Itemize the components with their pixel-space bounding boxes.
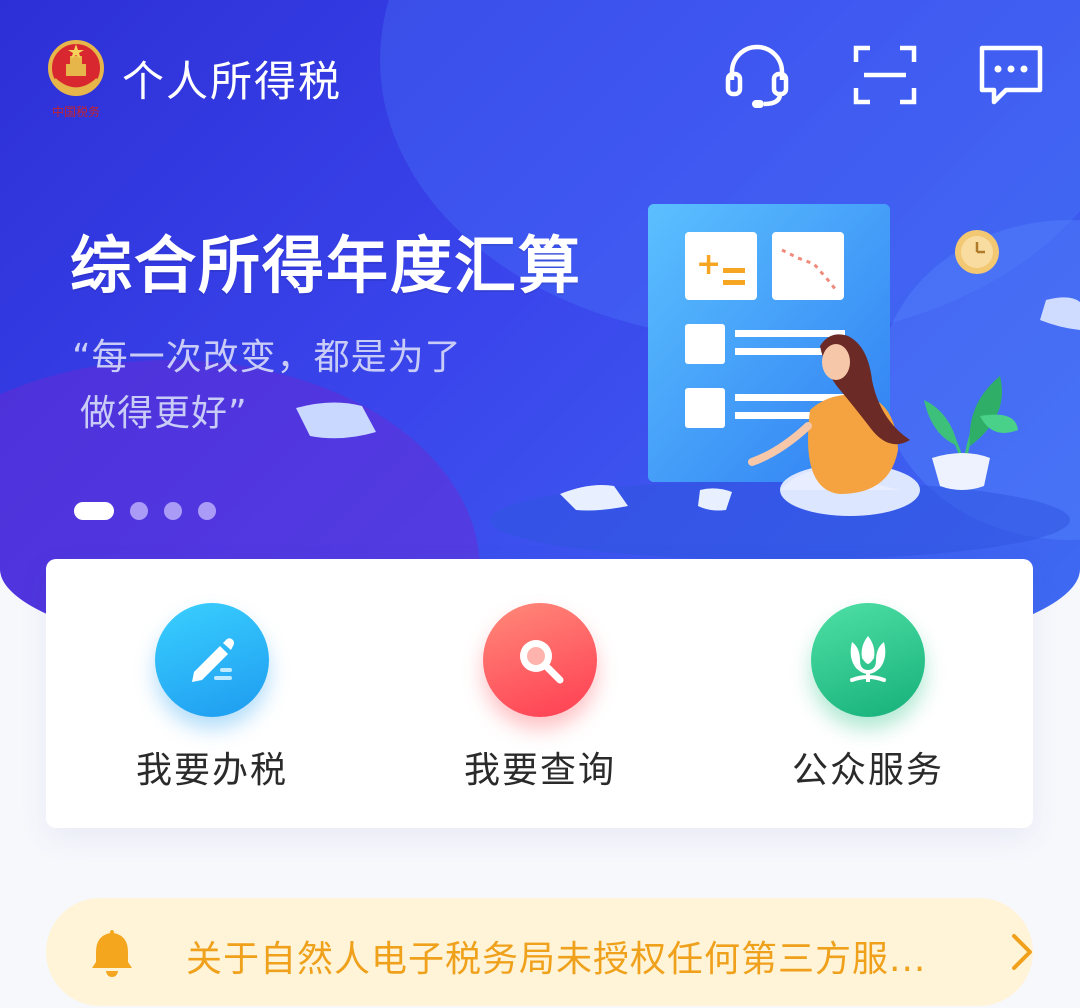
headset-icon: [725, 44, 789, 108]
announcement-text: 关于自然人电子税务局未授权任何第三方服...: [186, 939, 927, 980]
service-label: 我要办税: [135, 750, 288, 791]
carousel-dot[interactable]: [164, 502, 182, 520]
announcement-bar[interactable]: 关于自然人电子税务局未授权任何第三方服...: [46, 898, 1033, 1006]
service-icon-circle: [155, 603, 269, 717]
service-icon-circle: [811, 603, 925, 717]
carousel-dot[interactable]: [198, 502, 216, 520]
carousel-indicator: [74, 502, 216, 520]
service-label: 我要查询: [463, 750, 616, 791]
service-label: 公众服务: [791, 750, 944, 791]
carousel-dot[interactable]: [130, 502, 148, 520]
app-title: 个人所得税: [122, 57, 343, 106]
tax-emblem-logo: 中国税务: [48, 40, 104, 119]
service-query[interactable]: 我要查询: [430, 603, 650, 793]
bell-icon: [92, 930, 132, 977]
tulip-icon: [850, 636, 886, 682]
edit-icon: [192, 638, 234, 682]
floating-paper-decor: [296, 402, 376, 439]
service-public[interactable]: 公众服务: [758, 603, 978, 793]
customer-service-button[interactable]: [722, 40, 792, 110]
messages-button[interactable]: [976, 40, 1046, 110]
banner-quote-line-1: “每一次改变，都是为了: [72, 337, 462, 378]
service-tax-filing[interactable]: 我要办税: [102, 603, 322, 793]
svg-text:中国税务: 中国税务: [52, 104, 100, 119]
scan-button[interactable]: [850, 40, 920, 110]
scan-icon: [853, 45, 917, 105]
svg-text:+: +: [696, 247, 721, 282]
message-icon: [979, 45, 1043, 105]
search-icon: [520, 640, 564, 684]
banner-illustration: +: [490, 204, 1080, 560]
chevron-right-icon: [1012, 934, 1032, 970]
carousel-dot-active[interactable]: [74, 502, 114, 520]
quick-services-card: 我要办税 我要查询 公众服务: [46, 559, 1033, 828]
service-icon-circle: [483, 603, 597, 717]
